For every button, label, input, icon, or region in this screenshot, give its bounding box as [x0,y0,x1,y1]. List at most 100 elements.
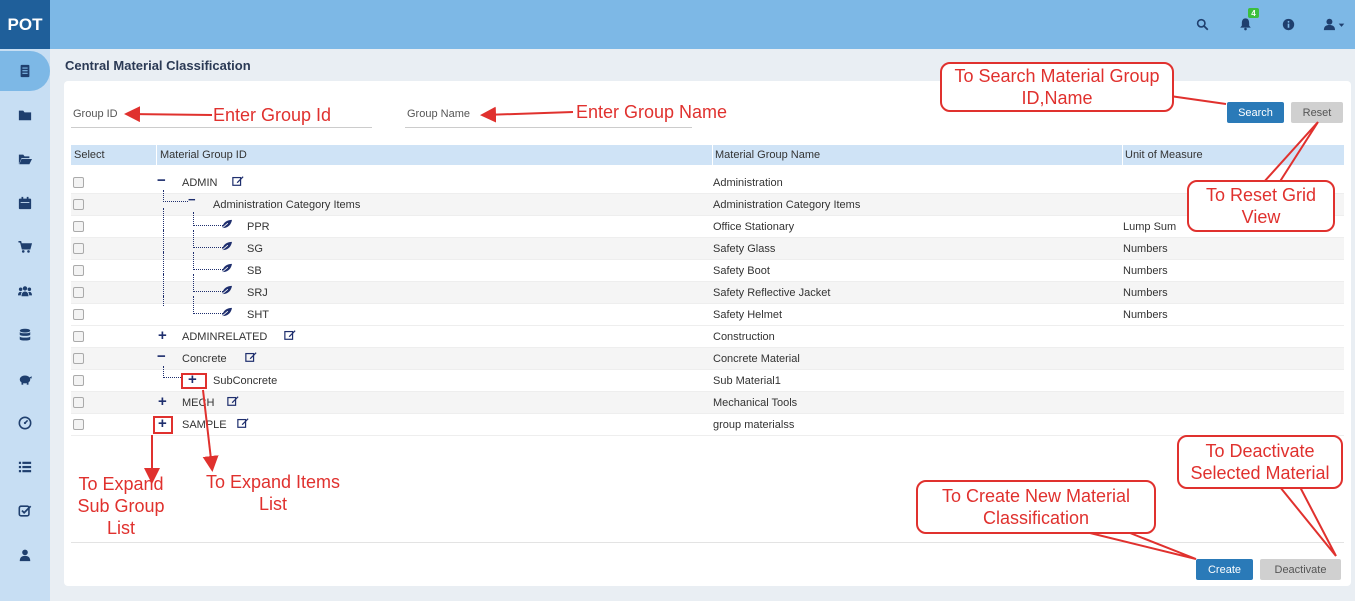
unit-of-measure: Numbers [1123,265,1168,277]
expand-icon[interactable]: + [158,327,167,344]
table-row[interactable]: SRJ Safety Reflective Jacket Numbers [71,274,1344,304]
search-button[interactable]: Search [1227,102,1284,123]
edit-icon[interactable] [284,329,296,341]
edit-icon[interactable] [227,395,239,407]
deactivate-button[interactable]: Deactivate [1260,559,1341,580]
group-name-input[interactable] [405,127,692,128]
top-bar: POT 4 [0,0,1355,49]
material-group-id: Concrete [182,353,227,365]
material-group-id: SB [247,265,262,277]
search-icon[interactable] [1192,14,1212,34]
material-group-name: Administration [713,177,783,189]
user-menu[interactable] [1320,14,1350,34]
collapse-icon[interactable]: − [157,172,166,189]
table-row[interactable]: PPR Office Stationary Lump Sum [71,208,1344,238]
edit-icon[interactable] [245,351,257,363]
sidebar-item-folder[interactable] [0,95,50,135]
sidebar-item-dashboard[interactable] [0,403,50,443]
collapse-icon[interactable]: − [188,192,196,207]
sidebar-item-document[interactable] [0,51,50,91]
table-row[interactable]: SB Safety Boot Numbers [71,252,1344,282]
leaf-icon [221,285,232,295]
material-group-name: Concrete Material [713,353,800,365]
callout-create: To Create New Material Classification [916,480,1156,534]
leaf-icon [221,219,232,229]
header-unit-of-measure[interactable]: Unit of Measure [1125,149,1203,161]
grid-bottom-border [71,542,1344,543]
sidebar-item-cart[interactable] [0,227,50,267]
material-group-id: ADMINRELATED [182,331,268,343]
table-row[interactable]: + SAMPLE group materialss [71,414,1344,436]
sidebar-item-folder-open[interactable] [0,139,50,179]
row-checkbox[interactable] [73,177,84,188]
sidebar-item-users[interactable] [0,271,50,311]
header-material-group-name[interactable]: Material Group Name [715,149,820,161]
row-checkbox[interactable] [73,375,84,386]
row-checkbox[interactable] [73,397,84,408]
table-row[interactable]: − ADMIN Administration [71,172,1344,194]
leaf-icon [221,241,232,251]
row-checkbox[interactable] [73,309,84,320]
material-group-name: Mechanical Tools [713,397,798,409]
material-group-name: Construction [713,331,775,343]
edit-icon[interactable] [237,417,249,429]
sidebar-item-database[interactable] [0,315,50,355]
material-group-id: MECH [182,397,215,409]
header-select: Select [74,149,105,161]
group-name-label: Group Name [407,108,470,120]
table-row[interactable]: − Concrete Concrete Material [71,348,1344,370]
sidebar-item-list[interactable] [0,447,50,487]
table-row[interactable]: + SubConcrete Sub Material1 [71,366,1344,392]
database-icon [19,328,31,341]
material-group-id: SHT [247,309,269,321]
row-checkbox[interactable] [73,331,84,342]
row-checkbox[interactable] [73,243,84,254]
table-row[interactable]: − Administration Category Items Administ… [71,190,1344,216]
callout-reset: To Reset Grid View [1187,180,1335,232]
table-row[interactable]: + MECH Mechanical Tools [71,392,1344,414]
list-icon [18,461,32,473]
user-icon [19,549,31,562]
group-id-input[interactable] [71,127,372,128]
edit-icon[interactable] [232,175,244,187]
material-group-id: ADMIN [182,177,218,189]
table-row[interactable]: + ADMINRELATED Construction [71,326,1344,348]
row-checkbox[interactable] [73,287,84,298]
table-row[interactable]: SHT Safety Helmet Numbers [71,296,1344,326]
sidebar-item-checklist[interactable] [0,491,50,531]
sidebar-item-piggy-bank[interactable] [0,359,50,399]
sidebar-item-user[interactable] [0,535,50,575]
row-checkbox[interactable] [73,221,84,232]
grid-header: Select Material Group ID Material Group … [71,145,1344,165]
expand-icon[interactable]: + [158,393,167,410]
material-group-name: Office Stationary [713,221,795,233]
unit-of-measure: Lump Sum [1123,221,1177,233]
sidebar-item-calendar[interactable] [0,183,50,223]
calendar-icon [18,196,32,210]
users-icon [18,286,32,297]
material-group-id: SG [247,243,263,255]
collapse-icon[interactable]: − [157,348,166,365]
checklist-icon [18,505,32,517]
material-group-name: Safety Reflective Jacket [713,287,831,299]
page-title: Central Material Classification [65,58,251,73]
material-group-name: group materialss [713,419,795,431]
create-button[interactable]: Create [1196,559,1253,580]
header-material-group-id[interactable]: Material Group ID [160,149,247,161]
folder-icon [18,110,32,121]
table-row[interactable]: SG Safety Glass Numbers [71,230,1344,260]
row-checkbox[interactable] [73,419,84,430]
material-group-id: SubConcrete [213,375,278,387]
unit-of-measure: Numbers [1123,287,1168,299]
group-id-label: Group ID [73,108,118,120]
reset-button[interactable]: Reset [1291,102,1343,123]
material-group-id: SAMPLE [182,419,227,431]
row-checkbox[interactable] [73,199,84,210]
row-checkbox[interactable] [73,353,84,364]
info-icon[interactable] [1278,14,1298,34]
app-logo[interactable]: POT [0,0,50,49]
annotation-enter-group-name: Enter Group Name [576,102,728,122]
dashboard-icon [18,416,32,430]
material-group-id: PPR [247,221,270,233]
row-checkbox[interactable] [73,265,84,276]
